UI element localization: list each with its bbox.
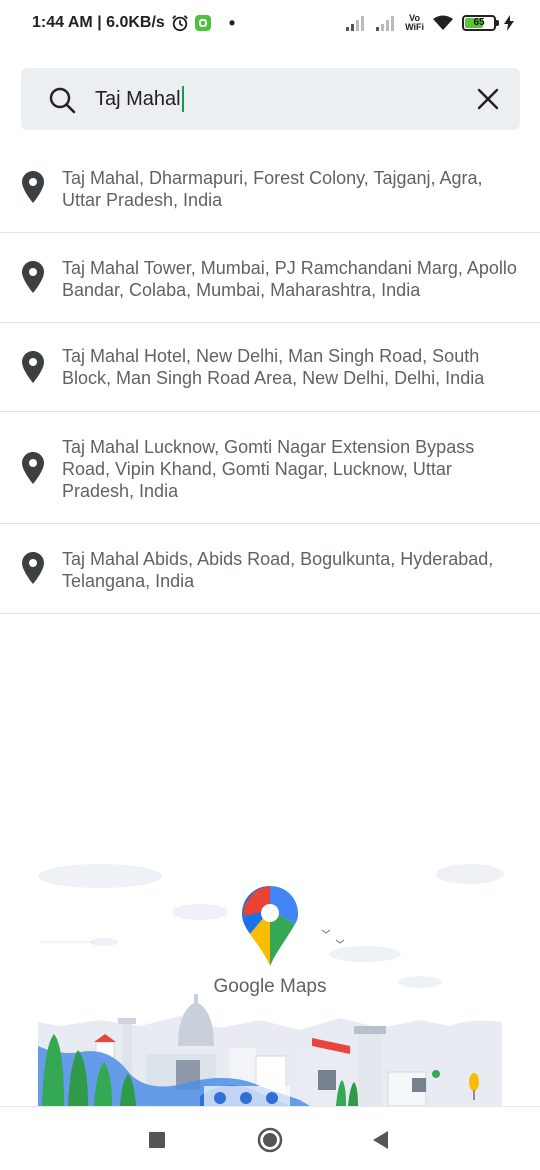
charging-icon: [504, 15, 514, 31]
list-item[interactable]: Taj Mahal, Dharmapuri, Forest Colony, Ta…: [0, 143, 540, 233]
location-pin-icon: [22, 351, 44, 383]
result-text: Taj Mahal Abids, Abids Road, Bogulkunta,…: [62, 549, 494, 591]
list-item[interactable]: Taj Mahal Tower, Mumbai, PJ Ramchandani …: [0, 233, 540, 323]
google-maps-logo-icon: [242, 886, 298, 966]
system-navigation-bar: [0, 1106, 540, 1170]
search-box[interactable]: Taj Mahal: [21, 68, 520, 130]
location-pin-icon: [22, 261, 44, 293]
result-text: Taj Mahal, Dharmapuri, Forest Colony, Ta…: [62, 168, 483, 210]
clear-icon[interactable]: [476, 87, 500, 111]
list-item[interactable]: Taj Mahal Lucknow, Gomti Nagar Extension…: [0, 412, 540, 524]
location-pin-icon: [22, 452, 44, 484]
back-triangle-icon[interactable]: [368, 1127, 394, 1153]
status-time-speed: 1:44 AM | 6.0KB/s: [32, 14, 165, 31]
status-right: Vo WiFi 65: [345, 14, 514, 32]
text-caret: [181, 86, 184, 112]
status-left: 1:44 AM | 6.0KB/s •: [32, 14, 235, 32]
recents-square-icon[interactable]: [144, 1127, 170, 1153]
signal-icon: [346, 16, 365, 31]
signal-icon-2: [376, 16, 395, 31]
results-list: Taj Mahal, Dharmapuri, Forest Colony, Ta…: [0, 143, 540, 614]
app-notification-icon: [194, 15, 211, 31]
search-input-text: Taj Mahal: [95, 88, 181, 110]
more-notifications-dot-icon: •: [228, 13, 236, 33]
result-text: Taj Mahal Lucknow, Gomti Nagar Extension…: [62, 437, 475, 501]
location-pin-icon: [22, 171, 44, 203]
search-input[interactable]: Taj Mahal: [95, 84, 184, 114]
result-text: Taj Mahal Tower, Mumbai, PJ Ramchandani …: [62, 258, 517, 300]
list-item[interactable]: Taj Mahal Abids, Abids Road, Bogulkunta,…: [0, 524, 540, 614]
list-item[interactable]: Taj Mahal Hotel, New Delhi, Man Singh Ro…: [0, 323, 540, 412]
google-maps-wordmark: Google Maps: [213, 976, 327, 997]
search-icon[interactable]: [48, 86, 76, 114]
home-circle-icon[interactable]: [257, 1127, 283, 1153]
status-bar: 1:44 AM | 6.0KB/s • Vo WiFi 65: [0, 0, 540, 50]
google-maps-illustration: Google Maps: [0, 850, 540, 1107]
location-pin-icon: [22, 552, 44, 584]
vowifi-label: Vo WiFi: [405, 13, 424, 32]
battery-icon: 65: [462, 15, 499, 31]
battery-level: 65: [473, 17, 485, 28]
result-text: Taj Mahal Hotel, New Delhi, Man Singh Ro…: [62, 346, 485, 388]
wifi-icon: [433, 15, 453, 30]
alarm-icon: [171, 15, 188, 32]
